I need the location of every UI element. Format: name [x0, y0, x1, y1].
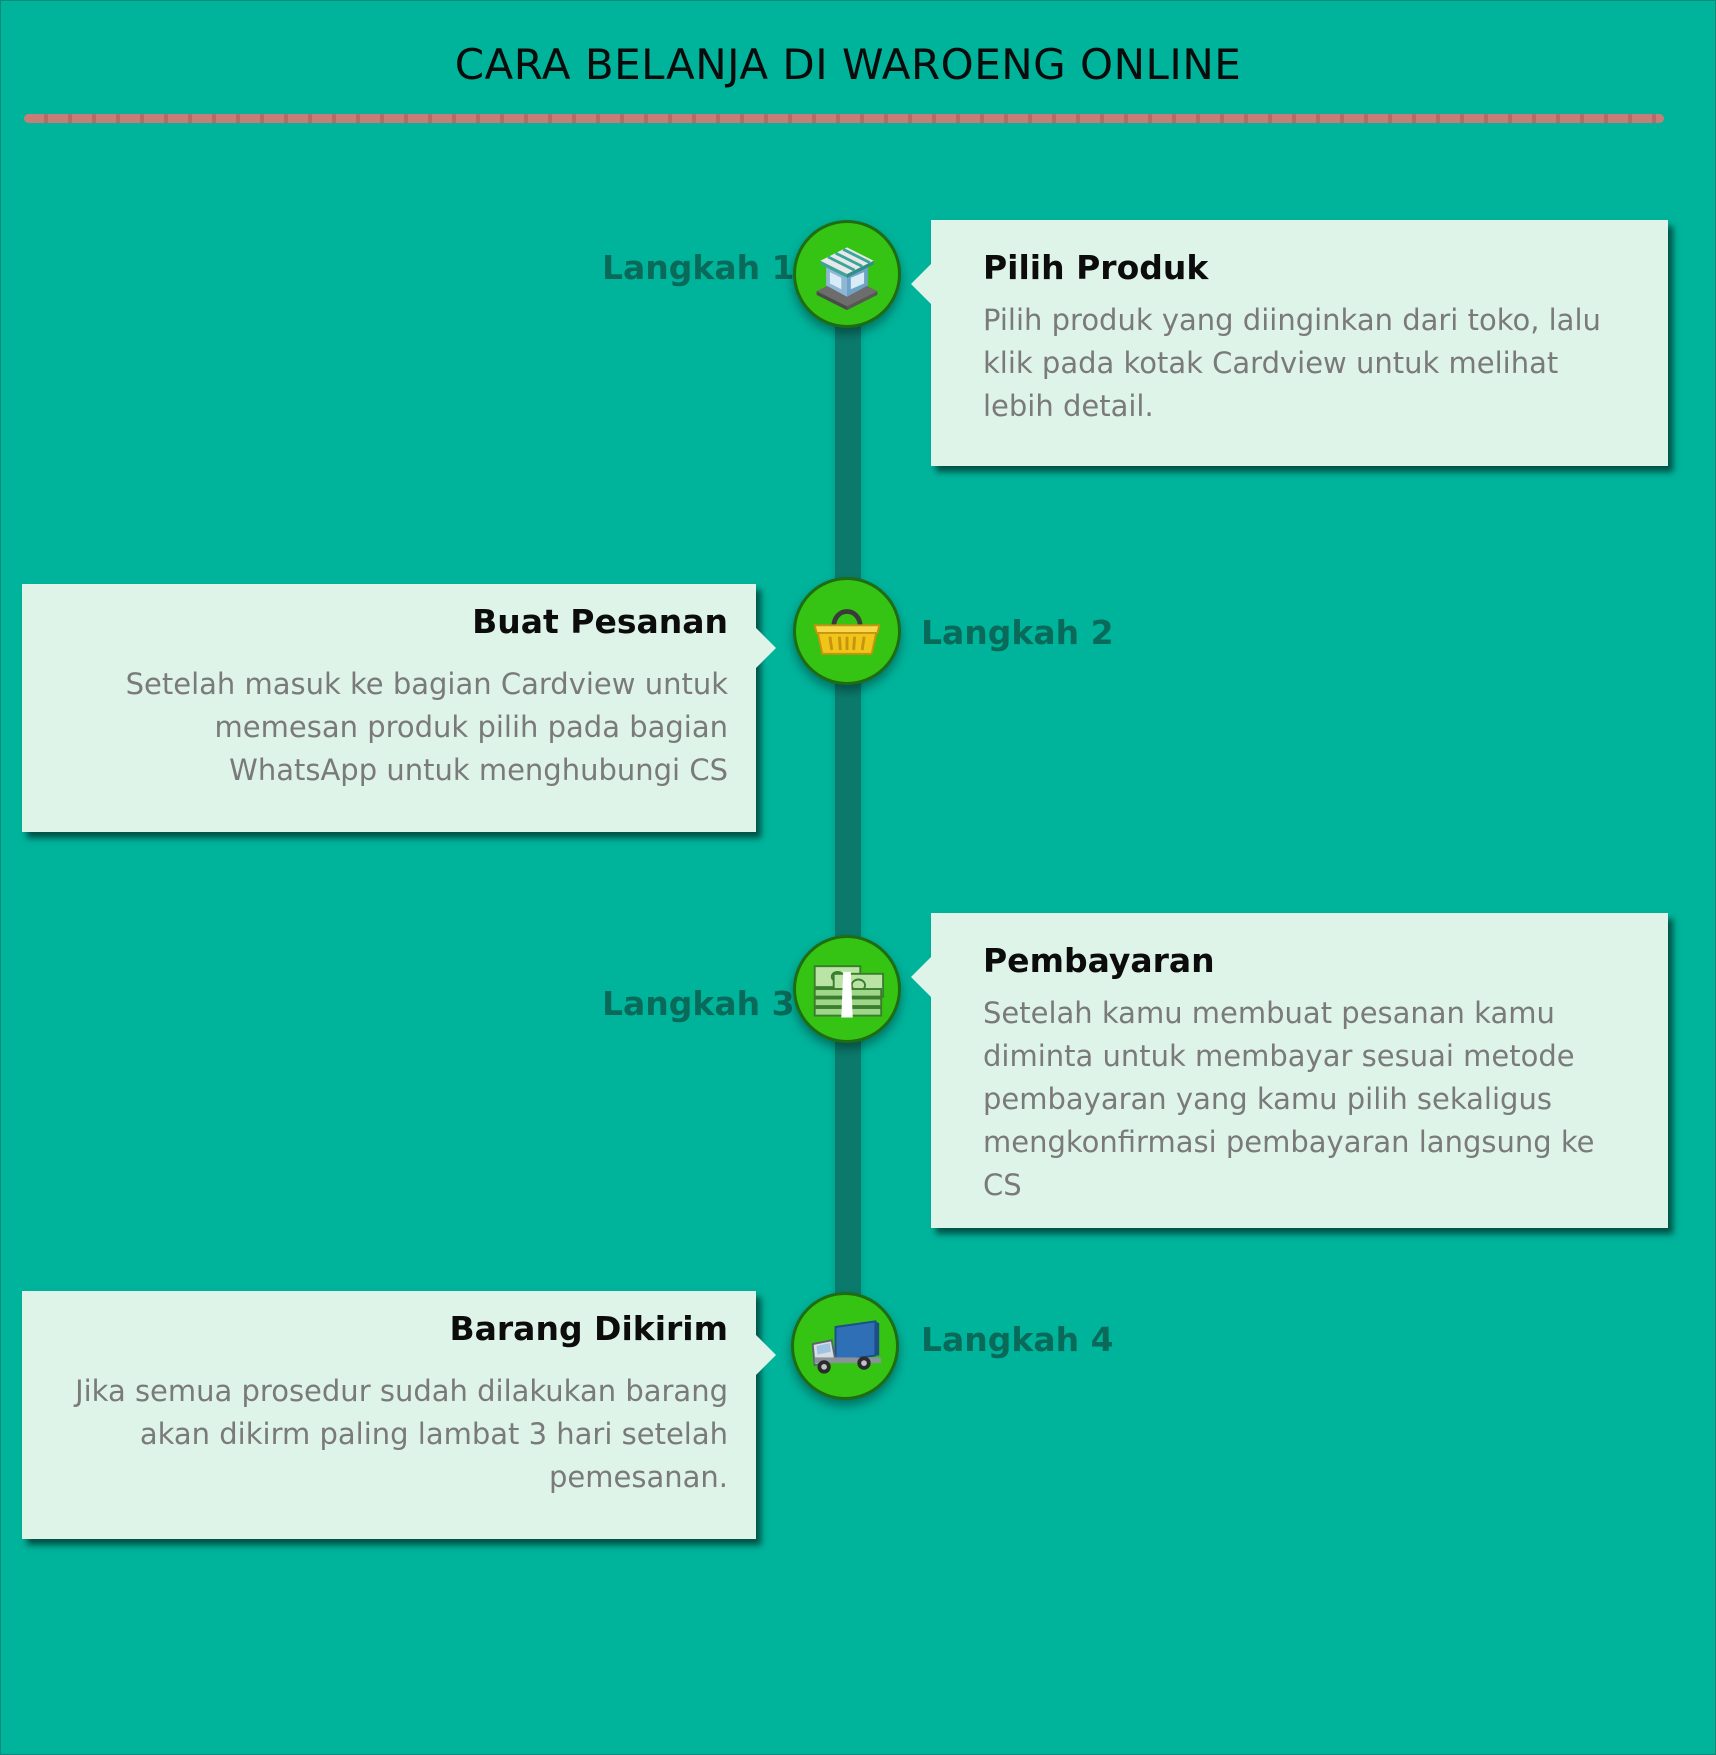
- step-4-node: [791, 1292, 899, 1400]
- step-2-label: Langkah 2: [921, 613, 1114, 652]
- step-4-text: Jika semua prosedur sudah dilakukan bara…: [75, 1374, 728, 1494]
- card-pointer: [911, 264, 931, 304]
- shop-icon: [816, 247, 878, 311]
- page-title: CARA BELANJA DI WAROENG ONLINE: [454, 40, 1242, 89]
- step-1-card: Pilih Produk Pilih produk yang diinginka…: [911, 220, 1668, 466]
- step-1-label: Langkah 1: [602, 248, 795, 287]
- title-divider: [24, 114, 1664, 123]
- card-pointer: [911, 957, 931, 997]
- step-2-title: Buat Pesanan: [472, 602, 728, 641]
- step-1-node: [793, 220, 901, 328]
- step-4-card: Barang Dikirim Jika semua prosedur sudah…: [22, 1291, 776, 1539]
- truck-icon: [811, 1320, 882, 1374]
- step-2-card: Buat Pesanan Setelah masuk ke bagian Car…: [22, 584, 776, 832]
- step-1-title: Pilih Produk: [983, 248, 1209, 287]
- step-1-text: Pilih produk yang diinginkan dari toko, …: [983, 303, 1601, 423]
- card-pointer: [756, 1335, 776, 1375]
- step-3-card: Pembayaran Setelah kamu membuat pesanan …: [911, 913, 1668, 1228]
- card-pointer: [756, 628, 776, 668]
- step-3-node: [793, 935, 901, 1043]
- timeline-line: [835, 280, 861, 1330]
- step-3-text: Setelah kamu membuat pesanan kamu dimint…: [983, 996, 1595, 1202]
- basket-icon: [813, 609, 881, 655]
- step-2-text: Setelah masuk ke bagian Cardview untuk m…: [125, 667, 728, 787]
- step-2-node: [793, 577, 901, 685]
- step-3-label: Langkah 3: [602, 984, 795, 1023]
- step-3-title: Pembayaran: [983, 941, 1215, 980]
- step-4-title: Barang Dikirim: [449, 1309, 728, 1348]
- step-4-label: Langkah 4: [921, 1320, 1114, 1359]
- money-icon: [813, 965, 885, 1018]
